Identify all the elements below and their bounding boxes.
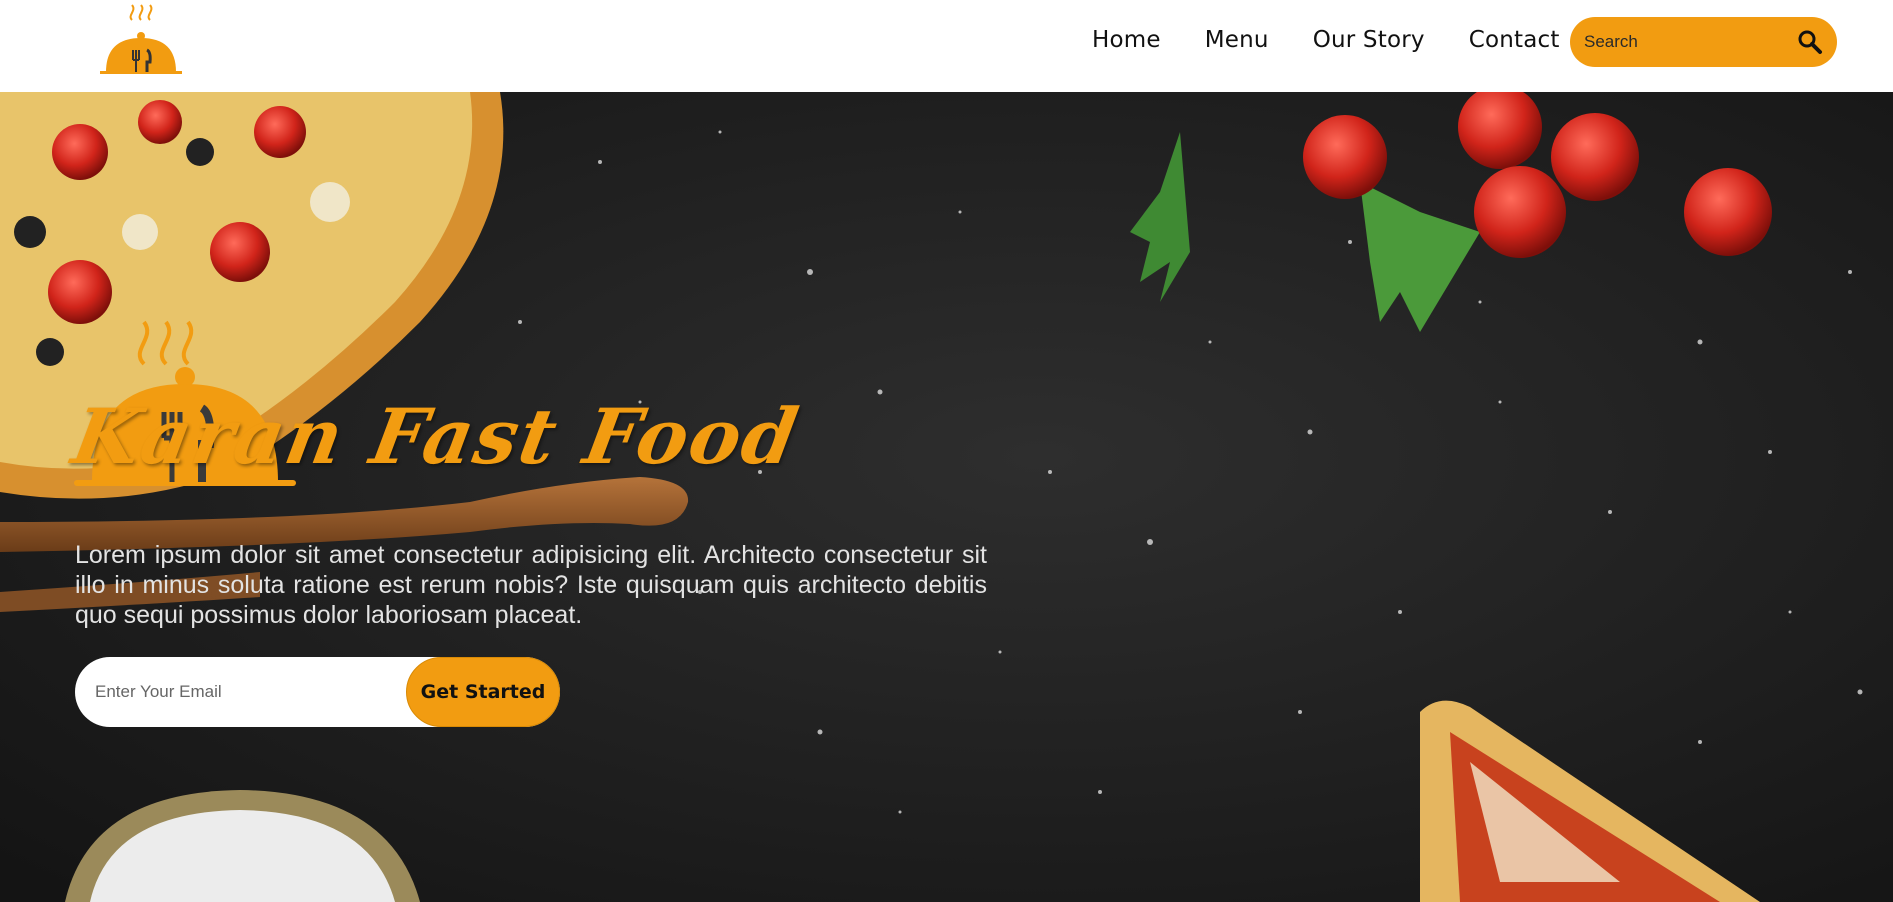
get-started-button[interactable]: Get Started xyxy=(406,657,560,727)
nav-menu-link[interactable]: Menu xyxy=(1205,27,1269,53)
search-box xyxy=(1570,17,1837,67)
email-input[interactable] xyxy=(95,679,395,705)
site-header: Home Menu Our Story Contact xyxy=(0,0,1893,92)
nav-contact-link[interactable]: Contact xyxy=(1469,27,1560,53)
hero-section: Karan Fast Food Lorem ipsum dolor sit am… xyxy=(0,92,1893,902)
email-signup-form: Get Started xyxy=(75,657,560,727)
hero-description: Lorem ipsum dolor sit amet consectetur a… xyxy=(75,541,987,629)
logo-cloche-icon[interactable] xyxy=(96,0,186,78)
hero-title: Karan Fast Food xyxy=(66,392,806,481)
search-input[interactable] xyxy=(1584,29,1784,55)
nav-our-story-link[interactable]: Our Story xyxy=(1313,27,1425,53)
search-icon[interactable] xyxy=(1797,29,1823,55)
main-nav: Home Menu Our Story Contact xyxy=(1092,27,1604,53)
nav-home-link[interactable]: Home xyxy=(1092,27,1161,53)
